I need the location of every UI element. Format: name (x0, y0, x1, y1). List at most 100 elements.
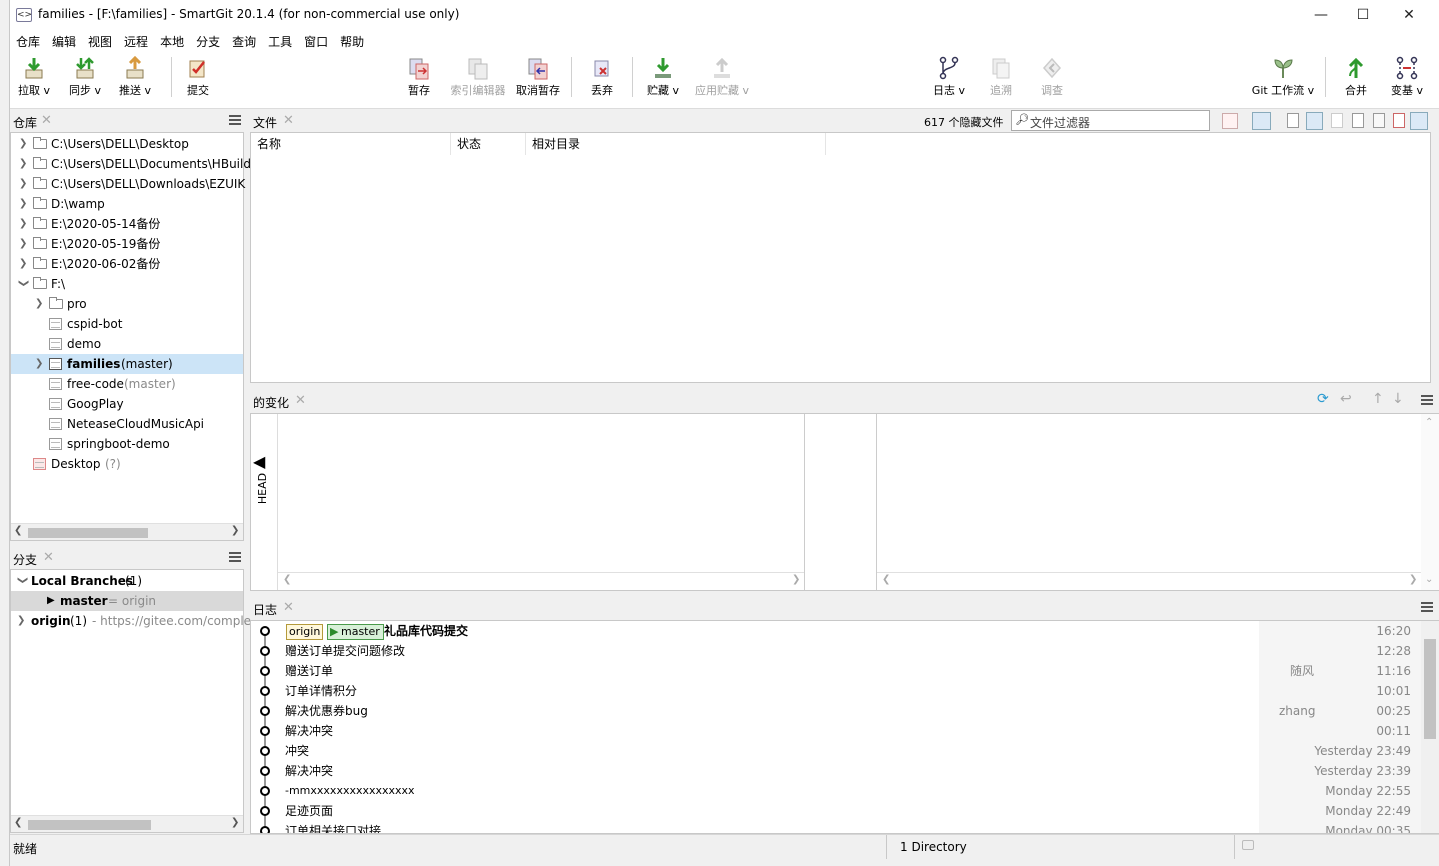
status-bar: 就绪 1 Directory (10, 834, 1439, 859)
repo-item[interactable]: demo (11, 334, 243, 354)
panel-menu-icon[interactable] (229, 115, 241, 125)
panel-menu-icon[interactable] (1421, 602, 1433, 612)
repo-item[interactable]: ❯ F:\ (11, 274, 243, 294)
investigate-button[interactable]: 调查 (1035, 51, 1069, 109)
show-modified-icon[interactable] (1306, 112, 1323, 130)
repo-item[interactable]: springboot-demo (11, 434, 243, 454)
undo-icon[interactable]: ↩ (1340, 391, 1352, 407)
branch-master[interactable]: ▶ master = origin (11, 591, 243, 611)
blame-button[interactable]: 追溯 (984, 51, 1018, 109)
files-table: 名称 状态 相对目录 (250, 132, 1431, 383)
repo-item[interactable]: ❯ C:\Users\DELL\Documents\HBuild (11, 154, 251, 174)
changes-vertical-scrollbar[interactable]: ⌃ ⌄ (1421, 414, 1439, 590)
show-conflicted-icon[interactable] (1393, 113, 1405, 128)
repo-item[interactable]: cspid-bot (11, 314, 243, 334)
menu-edit[interactable]: 编辑 (46, 30, 82, 50)
notification-icon[interactable] (1242, 840, 1254, 850)
sync-button[interactable]: 同步 v (64, 51, 106, 109)
rebase-button[interactable]: 变基 v (1386, 51, 1428, 109)
menu-help[interactable]: 帮助 (334, 30, 370, 50)
close-panel-icon[interactable]: ✕ (43, 550, 54, 565)
pull-button[interactable]: 拉取 v (14, 51, 54, 109)
right-diff-scrollbar[interactable]: ❮ ❯ (877, 572, 1421, 589)
close-panel-icon[interactable]: ✕ (283, 600, 294, 615)
close-panel-icon[interactable]: ✕ (295, 393, 306, 408)
maximize-button[interactable]: ☐ (1340, 0, 1386, 30)
menu-tools[interactable]: 工具 (262, 30, 298, 50)
repo-item[interactable]: ❯ D:\wamp (11, 194, 243, 214)
left-diff-pane[interactable]: ❮ ❯ (278, 414, 805, 590)
menu-remote[interactable]: 远程 (118, 30, 154, 50)
commit-row[interactable]: 解决优惠券bug zhang 00:25 (251, 701, 1421, 721)
repo-item-selected[interactable]: ❯ families (master) (11, 354, 243, 374)
menu-repository[interactable]: 仓库 (10, 30, 46, 50)
close-panel-icon[interactable]: ✕ (283, 113, 294, 128)
menu-query[interactable]: 查询 (226, 30, 262, 50)
minimize-button[interactable]: — (1298, 0, 1344, 30)
apply-stash-button[interactable]: 应用贮藏 v (692, 51, 752, 109)
column-state[interactable]: 状态 (451, 133, 526, 155)
status-text: 就绪 (13, 842, 38, 856)
show-unchanged-icon[interactable] (1287, 113, 1299, 128)
right-diff-pane[interactable]: ❮ ❯ (876, 414, 1421, 590)
commit-row[interactable]: 赠送订单 随风 11:16 (251, 661, 1421, 681)
repo-item[interactable]: Desktop (?) (11, 454, 243, 474)
index-editor-button[interactable]: 索引编辑器 (448, 51, 508, 109)
repos-horizontal-scrollbar[interactable]: ❮ ❯ (11, 523, 243, 540)
log-vertical-scrollbar[interactable] (1421, 621, 1439, 833)
left-diff-scrollbar[interactable]: ❮ ❯ (278, 572, 804, 589)
unstage-button[interactable]: 取消暂存 (513, 51, 563, 109)
previous-change-icon[interactable]: ↑ (1372, 391, 1384, 407)
show-new-icon[interactable] (1352, 113, 1364, 128)
repo-item[interactable]: NeteaseCloudMusicApi (11, 414, 243, 434)
commit-row[interactable]: 订单详情积分 10:01 (251, 681, 1421, 701)
next-change-icon[interactable]: ↓ (1392, 391, 1404, 407)
close-panel-icon[interactable]: ✕ (41, 113, 52, 128)
remote-origin-node[interactable]: ❯ origin (1) - https://gitee.com/comple (11, 611, 251, 631)
stage-button[interactable]: 暂存 (400, 51, 438, 109)
commit-row[interactable]: 解决冲突 Yesterday 23:39 (251, 761, 1421, 781)
repo-item[interactable]: ❯ pro (11, 294, 243, 314)
index-editor-icon (467, 56, 489, 80)
file-filter-input[interactable]: 🔎︎ 文件过滤器 (1011, 110, 1210, 131)
merge-button[interactable]: 合并 (1338, 51, 1374, 109)
panel-menu-icon[interactable] (1421, 395, 1433, 405)
menu-local[interactable]: 本地 (154, 30, 190, 50)
column-name[interactable]: 名称 (251, 133, 451, 155)
toolbar-separator (571, 57, 572, 97)
menu-window[interactable]: 窗口 (298, 30, 334, 50)
commit-row[interactable]: origin ▶ master 礼品库代码提交 16:20 (251, 621, 1421, 641)
commit-row[interactable]: 解决冲突 00:11 (251, 721, 1421, 741)
panel-menu-icon[interactable] (229, 552, 241, 562)
show-assumed-icon[interactable] (1410, 112, 1428, 130)
show-missing-icon[interactable] (1373, 113, 1385, 128)
menu-branch[interactable]: 分支 (190, 30, 226, 50)
repo-item[interactable]: ❯ C:\Users\DELL\Downloads\EZUIK (11, 174, 245, 194)
commit-button[interactable]: 提交 (180, 51, 216, 109)
menu-view[interactable]: 视图 (82, 30, 118, 50)
column-relative-directory[interactable]: 相对目录 (526, 133, 826, 155)
local-branches-node[interactable]: ❯ Local Branches (1) (11, 571, 243, 591)
repo-item[interactable]: ❯ E:\2020-05-14备份 (11, 214, 243, 234)
push-button[interactable]: 推送 v (114, 51, 156, 109)
commit-row[interactable]: -mmxxxxxxxxxxxxxxxx Monday 22:55 (251, 781, 1421, 801)
repo-item[interactable]: GoogPlay (11, 394, 243, 414)
show-untracked-icon[interactable] (1331, 113, 1343, 128)
discard-button[interactable]: 丢弃 (586, 51, 618, 109)
repo-item[interactable]: free-code (master) (11, 374, 243, 394)
commit-row[interactable]: 订单相关接口对接 Monday 00:35 (251, 821, 1421, 833)
show-folders-icon[interactable] (1252, 112, 1271, 130)
refresh-icon[interactable]: ⟳ (1317, 391, 1329, 407)
close-button[interactable]: ✕ (1386, 0, 1432, 30)
show-ignored-icon[interactable] (1222, 113, 1238, 129)
commit-row[interactable]: 足迹页面 Monday 22:49 (251, 801, 1421, 821)
stash-button[interactable]: 贮藏 v (644, 51, 682, 109)
branches-horizontal-scrollbar[interactable]: ❮ ❯ (11, 815, 243, 832)
repo-item[interactable]: ❯ C:\Users\DELL\Desktop (11, 134, 243, 154)
git-flow-button[interactable]: Git 工作流 v (1250, 51, 1316, 109)
commit-row[interactable]: 冲突 Yesterday 23:49 (251, 741, 1421, 761)
log-button[interactable]: 日志 v (930, 51, 968, 109)
commit-row[interactable]: 赠送订单提交问题修改 12:28 (251, 641, 1421, 661)
repo-item[interactable]: ❯ E:\2020-06-02备份 (11, 254, 243, 274)
repo-item[interactable]: ❯ E:\2020-05-19备份 (11, 234, 243, 254)
